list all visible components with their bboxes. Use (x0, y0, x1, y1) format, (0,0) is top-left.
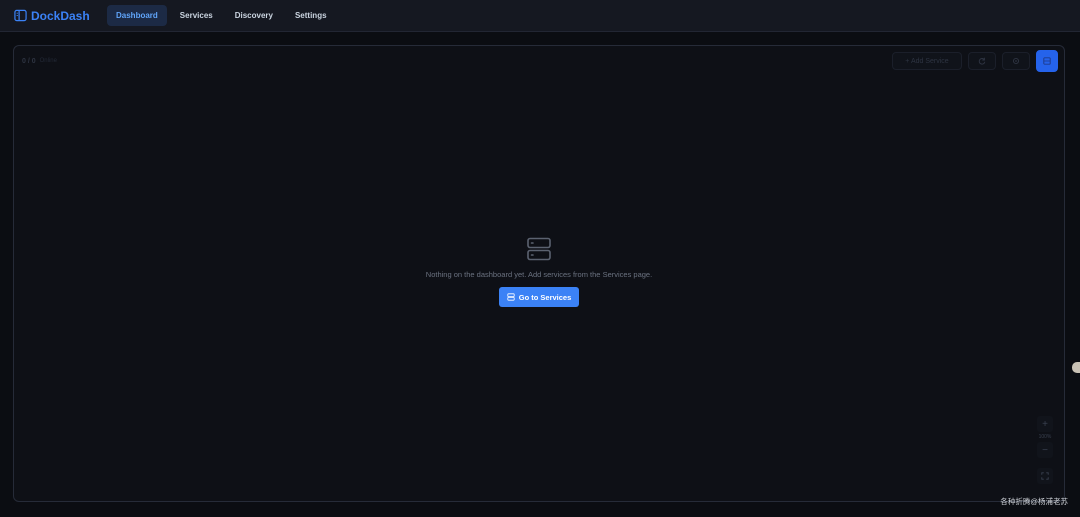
floating-assistant-avatar[interactable] (1072, 362, 1080, 373)
zoom-controls: + 100% − (1036, 416, 1054, 484)
nav-dashboard[interactable]: Dashboard (107, 5, 167, 26)
main-nav: Dashboard Services Discovery Settings (107, 5, 336, 26)
zoom-level: 100% (1038, 434, 1052, 440)
watermark: 各种折腾@杨浦老苏 (1000, 497, 1068, 506)
server-stack-icon (527, 237, 551, 261)
fit-view-button[interactable] (1037, 468, 1053, 484)
top-navbar: DockDash Dashboard Services Discovery Se… (0, 0, 1080, 32)
zoom-out-button[interactable]: − (1037, 442, 1053, 458)
online-count: 0 / 0 (22, 57, 36, 65)
layout-toggle-button[interactable] (1036, 50, 1058, 72)
fullscreen-icon (1041, 472, 1049, 480)
dashboard-toolbar: 0 / 0 Online + Add Service (14, 46, 1064, 76)
server-icon (507, 293, 515, 301)
brand-name: DockDash (31, 8, 90, 23)
settings-button[interactable] (1002, 52, 1030, 70)
grid-icon (1043, 57, 1051, 65)
nav-settings[interactable]: Settings (286, 5, 336, 26)
zoom-in-button[interactable]: + (1037, 416, 1053, 432)
nav-services[interactable]: Services (171, 5, 222, 26)
gear-icon (1012, 57, 1020, 65)
nav-discovery[interactable]: Discovery (226, 5, 282, 26)
empty-state: Nothing on the dashboard yet. Add servic… (14, 236, 1064, 307)
online-count-label: Online (39, 58, 57, 64)
dashboard-canvas: 0 / 0 Online + Add Service Nothing on th… (13, 45, 1065, 502)
toolbar-actions: + Add Service (892, 50, 1058, 72)
dashboard-logo-icon (14, 9, 27, 22)
refresh-button[interactable] (968, 52, 996, 70)
go-to-services-button[interactable]: Go to Services (499, 287, 579, 307)
refresh-icon (978, 57, 986, 65)
go-to-services-label: Go to Services (518, 292, 572, 302)
brand[interactable]: DockDash (14, 9, 104, 23)
empty-state-message: Nothing on the dashboard yet. Add servic… (425, 270, 653, 279)
add-service-button[interactable]: + Add Service (892, 52, 962, 70)
